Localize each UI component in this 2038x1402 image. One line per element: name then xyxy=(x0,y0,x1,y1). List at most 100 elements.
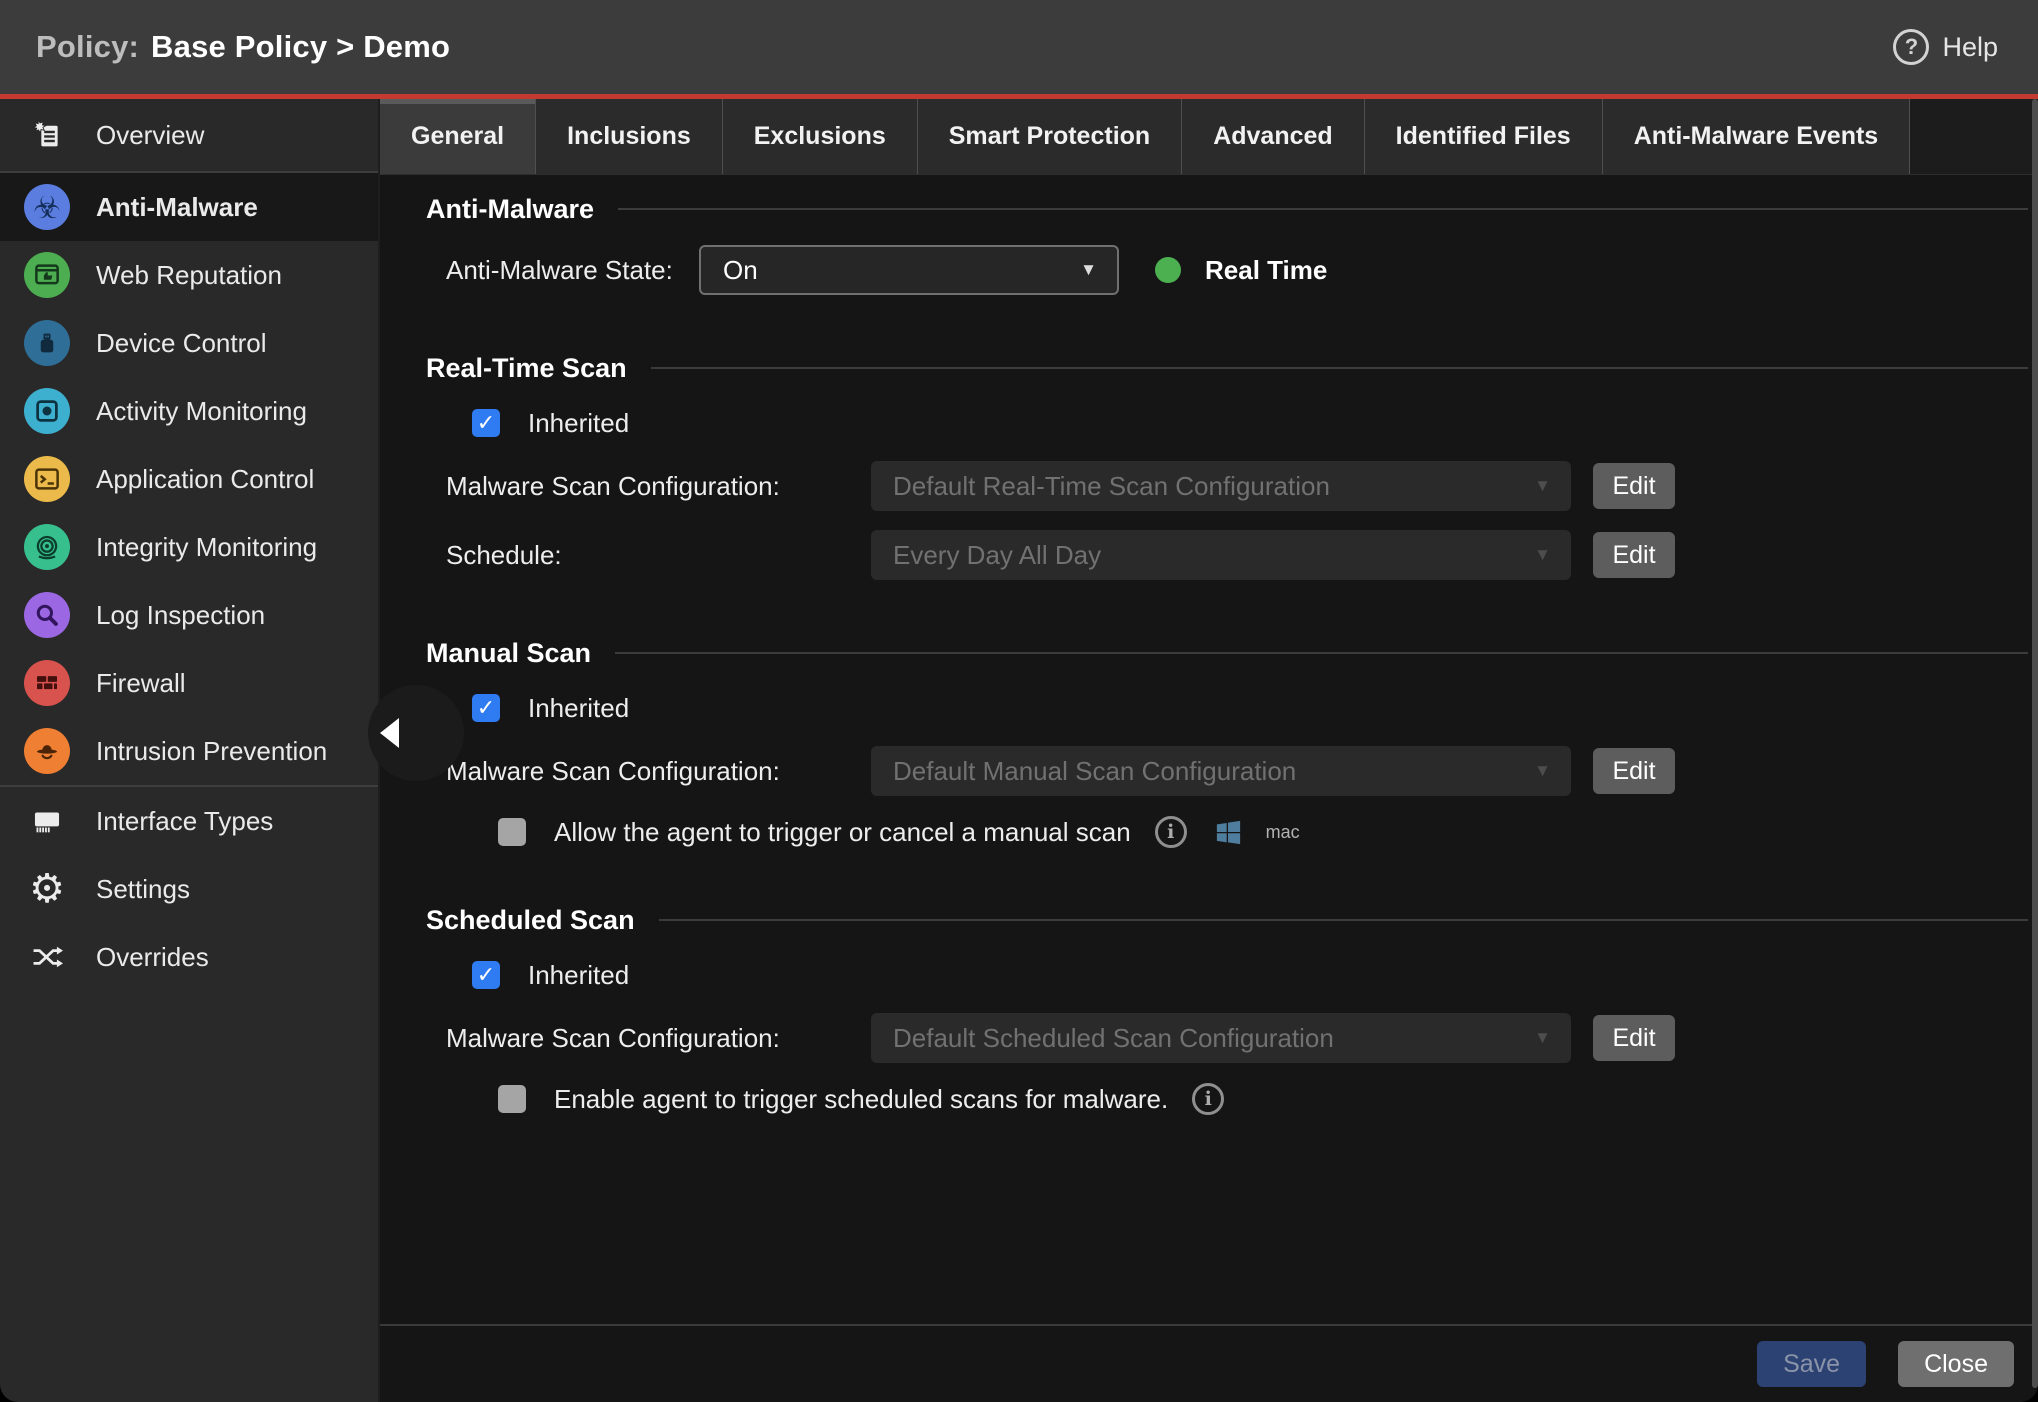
info-icon[interactable]: i xyxy=(1192,1083,1224,1115)
tab-inclusions[interactable]: Inclusions xyxy=(536,99,723,174)
chevron-down-icon: ▼ xyxy=(1534,1028,1551,1048)
tab-general[interactable]: General xyxy=(380,99,536,174)
sidebar-item-web-reputation[interactable]: Web Reputation xyxy=(0,241,378,309)
status-on-dot xyxy=(1155,257,1181,283)
chevron-left-icon xyxy=(380,718,399,748)
sidebar-item-overview[interactable]: Overview xyxy=(0,99,378,171)
sidebar-item-label: Overrides xyxy=(96,942,209,973)
edit-schedule-button[interactable]: Edit xyxy=(1593,532,1675,578)
title-bar: Policy:Base Policy > Demo ? Help xyxy=(0,0,2038,94)
sidebar-item-label: Activity Monitoring xyxy=(96,396,307,427)
sidebar-item-anti-malware[interactable]: ☣Anti-Malware xyxy=(0,173,378,241)
sidebar-item-settings[interactable]: ⚙ Settings xyxy=(0,855,378,923)
tab-bar: GeneralInclusionsExclusionsSmart Protect… xyxy=(380,99,2038,175)
realtime-inherited-label: Inherited xyxy=(528,408,629,439)
realtime-scan-config-select[interactable]: Default Real-Time Scan Configuration ▼ xyxy=(871,461,1571,511)
section-title-scheduled-scan: Scheduled Scan xyxy=(426,905,635,936)
tab-smart-protection[interactable]: Smart Protection xyxy=(918,99,1182,174)
chevron-down-icon: ▼ xyxy=(1080,260,1097,280)
scheduled-inherited-label: Inherited xyxy=(528,960,629,991)
magnifier-icon xyxy=(24,592,70,638)
sidebar-menu: Overview ☣Anti-MalwareWeb Reputation Devic… xyxy=(0,99,378,991)
help-button[interactable]: ? Help xyxy=(1893,29,1998,65)
windows-logo-icon xyxy=(1213,817,1244,848)
sidebar: Overview ☣Anti-MalwareWeb Reputation Devic… xyxy=(0,99,380,1402)
scheduled-inherited-checkbox[interactable]: ✓ xyxy=(472,961,500,989)
scheduled-scan-agent-checkbox[interactable] xyxy=(498,1085,526,1113)
usb-device-icon xyxy=(24,320,70,366)
realtime-schedule-select[interactable]: Every Day All Day ▼ xyxy=(871,530,1571,580)
check-icon: ✓ xyxy=(477,697,495,719)
manual-inherited-checkbox[interactable]: ✓ xyxy=(472,694,500,722)
scheduled-config-label: Malware Scan Configuration: xyxy=(446,1023,871,1054)
manual-config-label: Malware Scan Configuration: xyxy=(446,756,871,787)
chevron-down-icon: ▼ xyxy=(1534,476,1551,496)
policy-editor-window: Policy:Base Policy > Demo ? Help Overvie… xyxy=(0,0,2038,1402)
settings-form: Anti-Malware Anti-Malware State: On ▼ Re… xyxy=(380,175,2038,1324)
section-title-real-time-scan: Real-Time Scan xyxy=(426,353,627,384)
realtime-inherited-checkbox[interactable]: ✓ xyxy=(472,409,500,437)
tab-exclusions[interactable]: Exclusions xyxy=(723,99,918,174)
section-title-anti-malware: Anti-Malware xyxy=(426,194,594,225)
gear-icon: ⚙ xyxy=(24,866,70,912)
sidebar-item-device-control[interactable]: Device Control xyxy=(0,309,378,377)
manual-inherited-label: Inherited xyxy=(528,693,629,724)
sidebar-item-label: Settings xyxy=(96,874,190,905)
anti-malware-state-label: Anti-Malware State: xyxy=(446,255,699,286)
sidebar-item-application-control[interactable]: Application Control xyxy=(0,445,378,513)
anti-malware-state-select[interactable]: On ▼ xyxy=(699,245,1119,295)
sidebar-item-firewall[interactable]: Firewall xyxy=(0,649,378,717)
edit-realtime-config-button[interactable]: Edit xyxy=(1593,463,1675,509)
mac-platform-label: mac xyxy=(1266,822,1300,843)
manual-scan-agent-checkbox[interactable] xyxy=(498,818,526,846)
sidebar-item-log-inspection[interactable]: Log Inspection xyxy=(0,581,378,649)
chevron-down-icon: ▼ xyxy=(1534,761,1551,781)
section-real-time-scan: Real-Time Scan ✓ Inherited Malware Scan … xyxy=(426,351,2028,580)
web-reputation-icon xyxy=(24,252,70,298)
sidebar-item-label: Firewall xyxy=(96,668,186,699)
save-button[interactable]: Save xyxy=(1757,1341,1866,1387)
help-icon: ? xyxy=(1893,29,1929,65)
sidebar-item-label: Intrusion Prevention xyxy=(96,736,327,767)
check-icon: ✓ xyxy=(477,412,495,434)
manual-scan-config-value: Default Manual Scan Configuration xyxy=(893,756,1296,787)
sidebar-item-integrity-monitoring[interactable]: Integrity Monitoring xyxy=(0,513,378,581)
manual-scan-config-select[interactable]: Default Manual Scan Configuration ▼ xyxy=(871,746,1571,796)
section-divider-line xyxy=(615,652,2028,654)
tab-advanced[interactable]: Advanced xyxy=(1182,99,1364,174)
schedule-label: Schedule: xyxy=(446,540,871,571)
sidebar-item-label: Integrity Monitoring xyxy=(96,532,317,563)
scheduled-scan-agent-label: Enable agent to trigger scheduled scans … xyxy=(554,1084,1168,1115)
network-card-icon xyxy=(24,798,70,844)
scheduled-scan-config-select[interactable]: Default Scheduled Scan Configuration ▼ xyxy=(871,1013,1571,1063)
info-icon[interactable]: i xyxy=(1155,816,1187,848)
sidebar-item-overrides[interactable]: Overrides xyxy=(0,923,378,991)
edit-manual-config-button[interactable]: Edit xyxy=(1593,748,1675,794)
sidebar-item-label: Anti-Malware xyxy=(96,192,258,223)
sidebar-item-intrusion-prevention[interactable]: Intrusion Prevention xyxy=(0,717,378,785)
check-icon: ✓ xyxy=(477,964,495,986)
section-divider-line xyxy=(618,208,2028,210)
sidebar-item-interface-types[interactable]: Interface Types xyxy=(0,787,378,855)
brick-wall-icon xyxy=(24,660,70,706)
manual-scan-agent-label: Allow the agent to trigger or cancel a m… xyxy=(554,817,1131,848)
spy-icon xyxy=(24,728,70,774)
page-title-path: Base Policy > Demo xyxy=(151,29,450,64)
realtime-schedule-value: Every Day All Day xyxy=(893,540,1101,571)
tab-identified-files[interactable]: Identified Files xyxy=(1365,99,1603,174)
section-divider-line xyxy=(651,367,2028,369)
close-button[interactable]: Close xyxy=(1898,1341,2014,1387)
vertical-scrollbar[interactable] xyxy=(2032,99,2038,1388)
sidebar-item-label: Device Control xyxy=(96,328,267,359)
anti-malware-state-value: On xyxy=(723,255,758,286)
section-divider-line xyxy=(659,919,2028,921)
sidebar-collapse-button[interactable] xyxy=(368,685,464,781)
tab-anti-malware-events[interactable]: Anti-Malware Events xyxy=(1603,99,1911,174)
sidebar-item-label: Application Control xyxy=(96,464,314,495)
main-content: GeneralInclusionsExclusionsSmart Protect… xyxy=(380,99,2038,1402)
sidebar-item-label: Overview xyxy=(96,120,204,151)
sidebar-item-activity-monitoring[interactable]: Activity Monitoring xyxy=(0,377,378,445)
shuffle-icon xyxy=(24,934,70,980)
fingerprint-icon xyxy=(24,524,70,570)
edit-scheduled-config-button[interactable]: Edit xyxy=(1593,1015,1675,1061)
